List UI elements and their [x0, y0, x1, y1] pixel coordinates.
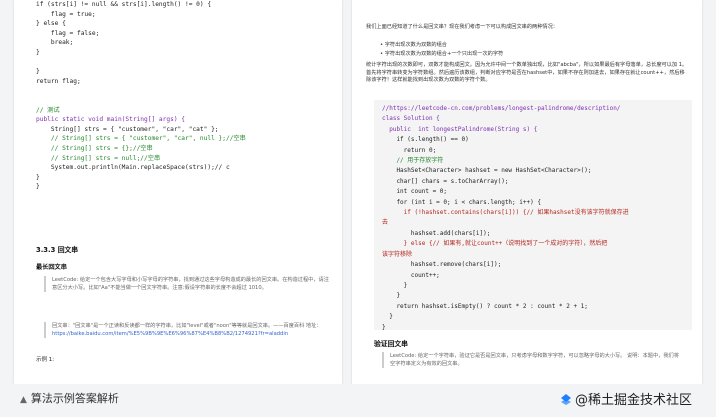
code-line: String[] strs = { "customer", "car", "ca…: [36, 125, 219, 133]
code-line: }: [382, 313, 393, 321]
right-code-block: //https://leetcode-cn.com/problems/longe…: [374, 100, 692, 333]
bullet-text: 字符出现次数为双数的组合+一个只出现一次的字符: [384, 51, 504, 57]
code-line: // String[] strs = {};//空串: [36, 144, 153, 152]
code-line: public static void main(String[] args) {: [36, 116, 186, 124]
bullet-item-1: • 字符出现次数为双数的组合: [380, 42, 447, 48]
code-line: System.out.println(Main.replaceSpace(str…: [36, 164, 230, 172]
leetcode-quote: LeetCode: 给定一个包含大写字母和小写字母的字符串，找到通过这些字母构造…: [44, 276, 334, 292]
code-line: flag = true;: [36, 10, 96, 18]
baidu-link[interactable]: https://baike.baidu.com/item/%E5%9B%9E%E…: [52, 331, 288, 337]
right-document-page: 我们上面已经知道了什么是回文串？现在我们考虑一下可以构成回文串的两种情况： • …: [352, 0, 702, 384]
code-line: // 测试: [36, 106, 60, 114]
code-line: hashset.add(chars[i]);: [382, 229, 491, 237]
definition-quote: 回文串："回文串"是一个正读和反读都一样的字符串，比如"level"或者"noo…: [44, 322, 334, 338]
code-line: } else {: [36, 20, 66, 28]
section-title-validate: 验证回文串: [374, 340, 408, 348]
bullet-text: 字符出现次数为双数的组合: [384, 42, 447, 48]
code-line: public int longestPalindrome(String s) {: [382, 125, 538, 133]
section-title: 3.3.3 回文串: [36, 246, 79, 254]
code-line: return flag;: [36, 77, 81, 85]
code-line: return 0;: [382, 146, 437, 154]
code-line: if (s.length() == 0): [382, 136, 469, 144]
footer-label: 算法示例答案解析: [30, 392, 119, 405]
code-line: hashset.remove(chars[i]);: [382, 261, 502, 269]
code-line: count++;: [382, 271, 440, 279]
validate-quote: LeetCode: 给定一个字符串，验证它是否是回文串，只考虑字母和数字字符，可…: [382, 352, 680, 368]
code-line: if (!hashset.contains(chars[i])) {// 如果h…: [382, 209, 629, 217]
bullet-item-2: • 字符出现次数为双数的组合+一个只出现一次的字符: [380, 51, 504, 57]
code-line: } else {// 如果有,就让count++（说明找到了一个成对的字符），然…: [382, 240, 608, 248]
code-line: }: [36, 48, 40, 56]
footer-title[interactable]: ▲ 算法示例答案解析: [20, 390, 119, 406]
code-line: // String[] strs = { "customer", "car", …: [36, 135, 246, 143]
watermark-text: @稀土掘金技术社区: [575, 393, 693, 408]
code-line: }: [382, 323, 386, 331]
code-line: 去: [382, 219, 389, 227]
watermark: @稀土掘金技术社区: [560, 389, 692, 408]
code-line: 该字符移除: [382, 250, 413, 258]
subsection-title: 最长回文串: [36, 264, 67, 271]
code-line: // String[] strs = null;//空串: [36, 154, 161, 162]
intro-text: 我们上面已经知道了什么是回文串？现在我们考虑一下可以构成回文串的两种情况：: [366, 24, 558, 30]
code-line: }: [382, 281, 408, 289]
code-line: int count = 0;: [382, 188, 448, 196]
example-label: 示例 1:: [36, 357, 55, 363]
code-lines: //https://leetcode-cn.com/problems/longe…: [382, 104, 684, 333]
definition-text: 回文串："回文串"是一个正读和反读都一样的字符串，比如"level"或者"noo…: [52, 323, 322, 329]
code-line: }: [36, 183, 40, 191]
code-line: class Solution {: [382, 115, 440, 123]
left-document-page: if (strs[i] != null && strs[i].length() …: [14, 0, 342, 384]
code-line: // 用于存放字符: [382, 157, 444, 165]
code-line: break;: [36, 39, 74, 47]
code-line: flag = false;: [36, 29, 100, 37]
code-line: if (strs[i] != null && strs[i].length() …: [36, 1, 212, 8]
code-line: char[] chars = s.toCharArray();: [382, 177, 509, 185]
code-line: }: [36, 68, 40, 76]
code-line: //https://leetcode-cn.com/problems/longe…: [382, 105, 621, 112]
code-line: return hashset.isEmpty() ? count * 2 : c…: [382, 302, 588, 310]
code-line: }: [36, 173, 40, 181]
code-line: }: [382, 292, 401, 300]
left-code-block: if (strs[i] != null && strs[i].length() …: [36, 0, 336, 230]
explanation-paragraph: 统计字符出现的次数即可，双数才能构成回文。因为允许中间一个数单独出现，比如"ab…: [366, 62, 688, 84]
juejin-logo-icon: [561, 394, 571, 405]
triangle-up-icon: ▲: [20, 395, 27, 405]
code-line: for (int i = 0; i < chars.length; i++) {: [382, 198, 541, 206]
code-line: HashSet<Character> hashset = new HashSet…: [382, 167, 592, 175]
